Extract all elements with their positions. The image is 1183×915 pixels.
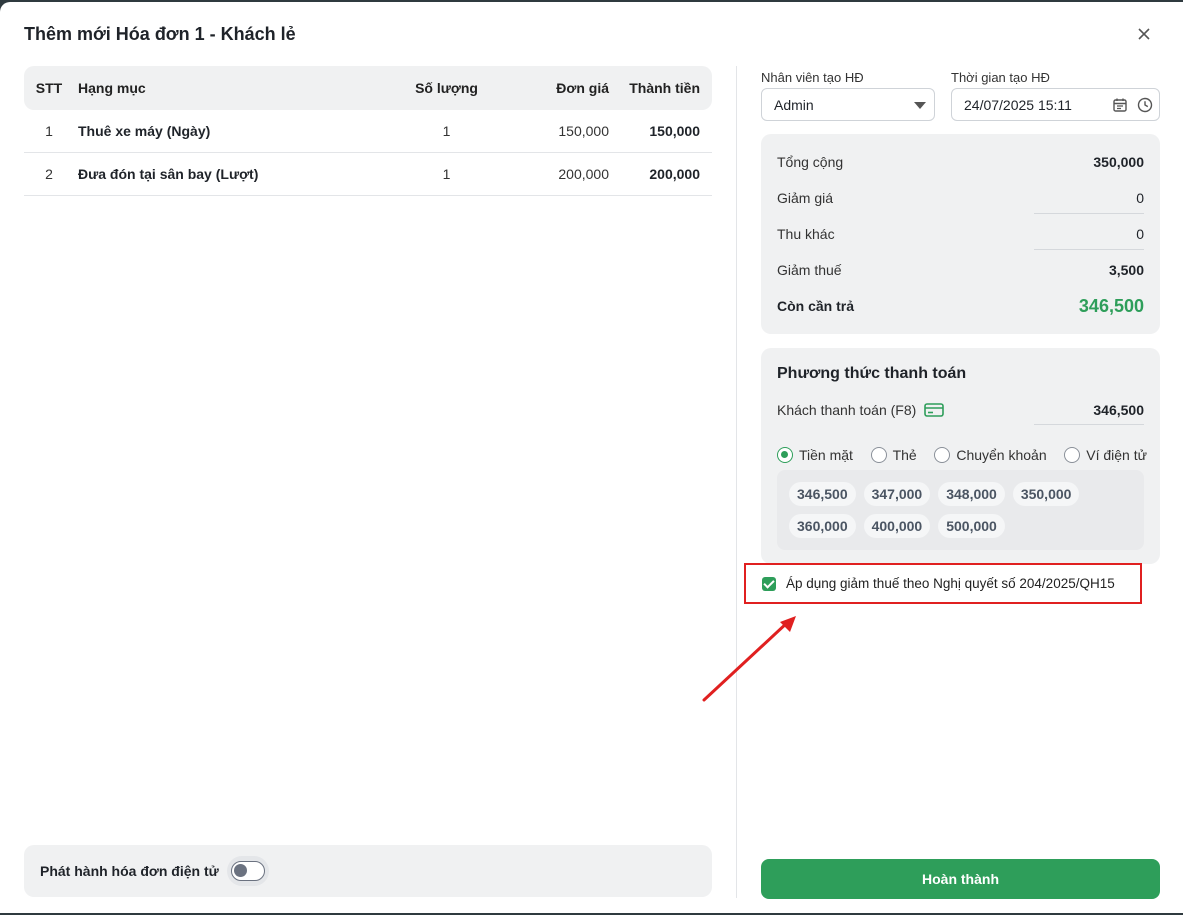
radio-transfer[interactable]: Chuyển khoản <box>934 447 1047 463</box>
tax-reduction-highlight: Áp dụng giảm thuế theo Nghị quyết số 204… <box>744 563 1142 604</box>
radio-card-dot <box>870 447 887 463</box>
summary-total-row: Tổng cộng 350,000 <box>777 144 1144 180</box>
payment-methods: Tiền mặt Thẻ Chuyển khoản Ví điện tử <box>777 444 1147 466</box>
einvoice-label: Phát hành hóa đơn điện tử <box>40 863 219 879</box>
chevron-down-icon <box>914 102 926 109</box>
row-total: 200,000 <box>649 166 700 182</box>
radio-ewallet[interactable]: Ví điện tử <box>1064 447 1147 463</box>
radio-transfer-label: Chuyển khoản <box>956 447 1047 463</box>
discount-underline <box>1034 213 1144 214</box>
row-qty: 1 <box>442 123 451 139</box>
row-price: 200,000 <box>558 166 609 182</box>
quick-amount-chip[interactable]: 348,000 <box>938 482 1005 506</box>
customer-pay-value[interactable]: 346,500 <box>1093 402 1144 418</box>
annotation-arrow-icon <box>702 616 796 702</box>
table-row[interactable]: 2 Đưa đón tại sân bay (Lượt) 1 200,000 2… <box>24 153 712 196</box>
radio-cash-label: Tiền mặt <box>799 447 853 463</box>
toggle-switch <box>230 861 265 881</box>
col-name-header: Hạng mục <box>78 80 146 96</box>
radio-card[interactable]: Thẻ <box>870 447 917 463</box>
col-stt-header: STT <box>35 80 63 96</box>
invoice-modal: Thêm mới Hóa đơn 1 - Khách lẻ STT Hạng m… <box>0 2 1183 913</box>
panel-divider <box>736 66 737 898</box>
payment-title: Phương thức thanh toán <box>777 365 967 382</box>
einvoice-bar: Phát hành hóa đơn điện tử <box>24 845 712 897</box>
summary-total-label: Tổng cộng <box>777 154 844 170</box>
summary-total-value: 350,000 <box>1093 154 1144 170</box>
summary-remaining-label: Còn cần trả <box>777 298 855 314</box>
customer-pay-underline <box>1034 424 1144 425</box>
close-icon <box>1138 28 1150 40</box>
radio-ewallet-label: Ví điện tử <box>1086 447 1147 463</box>
radio-cash-dot <box>777 447 793 463</box>
summary-panel: Tổng cộng 350,000 Giảm giá 0 Thu khác 0 … <box>761 134 1160 334</box>
table-row[interactable]: 1 Thuê xe máy (Ngày) 1 150,000 150,000 <box>24 110 712 153</box>
row-name: Thuê xe máy (Ngày) <box>78 123 211 139</box>
clock-icon[interactable] <box>1137 97 1153 113</box>
modal-title: Thêm mới Hóa đơn 1 - Khách lẻ <box>24 24 296 44</box>
credit-card-icon[interactable] <box>924 402 945 418</box>
col-price-header: Đơn giá <box>556 80 609 96</box>
customer-pay-label: Khách thanh toán (F8) <box>777 402 917 418</box>
summary-tax-label: Giảm thuế <box>777 262 842 278</box>
quick-amount-chip[interactable]: 346,500 <box>789 482 856 506</box>
row-stt: 2 <box>45 166 53 182</box>
summary-other-row[interactable]: Thu khác 0 <box>777 216 1144 252</box>
summary-tax-value: 3,500 <box>1108 262 1144 278</box>
summary-remaining-value: 346,500 <box>1078 295 1144 316</box>
tax-reduction-checkbox[interactable] <box>762 576 776 591</box>
radio-cash[interactable]: Tiền mặt <box>777 447 853 463</box>
other-underline <box>1034 249 1144 250</box>
tax-reduction-label[interactable]: Áp dụng giảm thuế theo Nghị quyết số 204… <box>786 576 1115 591</box>
creator-label: Nhân viên tạo HĐ <box>761 70 864 85</box>
quick-amounts: 346,500 347,000 348,000 350,000 360,000 … <box>777 470 1144 550</box>
summary-tax-row: Giảm thuế 3,500 <box>777 252 1144 288</box>
payment-panel: Phương thức thanh toán Khách thanh toán … <box>761 348 1160 564</box>
summary-discount-label: Giảm giá <box>777 190 834 206</box>
created-time-label: Thời gian tạo HĐ <box>951 70 1050 85</box>
creator-value: Admin <box>774 96 814 113</box>
row-price: 150,000 <box>558 123 609 139</box>
einvoice-toggle[interactable] <box>226 856 269 886</box>
summary-other-value[interactable]: 0 <box>1136 226 1144 242</box>
quick-amount-chip[interactable]: 500,000 <box>938 514 1005 538</box>
quick-amount-chip[interactable]: 347,000 <box>863 482 931 506</box>
col-qty-header: Số lượng <box>415 80 478 96</box>
col-total-header: Thành tiền <box>629 80 700 96</box>
row-stt: 1 <box>45 123 53 139</box>
radio-transfer-dot <box>934 447 951 463</box>
row-qty: 1 <box>442 166 451 182</box>
close-button[interactable] <box>1132 22 1156 46</box>
created-time-value: 24/07/2025 15:11 <box>964 96 1072 113</box>
row-name: Đưa đón tại sân bay (Lượt) <box>78 166 259 182</box>
radio-card-label: Thẻ <box>892 447 917 463</box>
quick-amount-chip[interactable]: 350,000 <box>1012 482 1080 506</box>
row-total: 150,000 <box>649 123 700 139</box>
summary-discount-row[interactable]: Giảm giá 0 <box>777 180 1144 216</box>
complete-button[interactable]: Hoàn thành <box>761 859 1160 899</box>
creator-select[interactable]: Admin <box>761 88 935 121</box>
created-time-input[interactable]: 24/07/2025 15:11 <box>951 88 1160 121</box>
calendar-icon[interactable] <box>1112 97 1128 113</box>
summary-other-label: Thu khác <box>777 226 835 242</box>
summary-remaining-row: Còn cần trả 346,500 <box>777 288 1144 324</box>
customer-pay-row: Khách thanh toán (F8) 346,500 <box>777 398 1144 422</box>
items-table: STT Hạng mục Số lượng Đơn giá Thành tiền… <box>24 66 712 196</box>
quick-amount-chip[interactable]: 400,000 <box>863 514 931 538</box>
radio-ewallet-dot <box>1064 447 1081 463</box>
quick-amount-chip[interactable]: 360,000 <box>789 514 856 538</box>
table-header: STT Hạng mục Số lượng Đơn giá Thành tiền <box>24 66 712 110</box>
summary-discount-value[interactable]: 0 <box>1136 190 1144 206</box>
